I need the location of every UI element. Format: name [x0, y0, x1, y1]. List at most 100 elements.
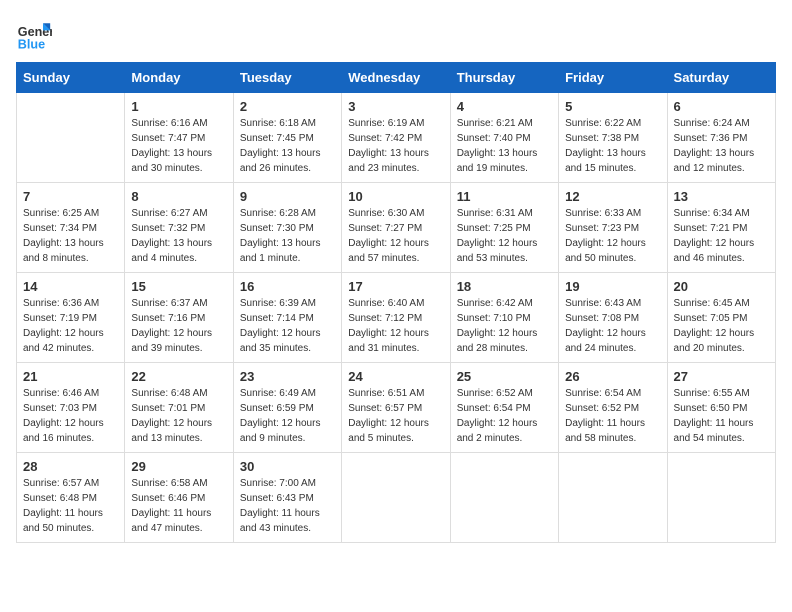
- day-number: 18: [457, 279, 552, 294]
- day-number: 7: [23, 189, 118, 204]
- day-number: 3: [348, 99, 443, 114]
- day-number: 21: [23, 369, 118, 384]
- day-info: Sunrise: 6:24 AM Sunset: 7:36 PM Dayligh…: [674, 116, 769, 176]
- day-info: Sunrise: 6:28 AM Sunset: 7:30 PM Dayligh…: [240, 206, 335, 266]
- calendar-week-row-4: 21 Sunrise: 6:46 AM Sunset: 7:03 PM Dayli…: [17, 363, 776, 453]
- calendar-cell: 8 Sunrise: 6:27 AM Sunset: 7:32 PM Daylig…: [125, 183, 233, 273]
- logo-icon: General Blue: [16, 16, 52, 52]
- calendar-cell: 4 Sunrise: 6:21 AM Sunset: 7:40 PM Daylig…: [450, 93, 558, 183]
- day-info: Sunrise: 6:25 AM Sunset: 7:34 PM Dayligh…: [23, 206, 118, 266]
- calendar-cell: 18 Sunrise: 6:42 AM Sunset: 7:10 PM Dayli…: [450, 273, 558, 363]
- calendar-cell: [450, 453, 558, 543]
- calendar-cell: 26Sunrise: 6:54 AM Sunset: 6:52 PM Dayli…: [559, 363, 667, 453]
- calendar-cell: 6 Sunrise: 6:24 AM Sunset: 7:36 PM Daylig…: [667, 93, 775, 183]
- page-header: General Blue: [16, 16, 776, 52]
- day-info: Sunrise: 6:46 AM Sunset: 7:03 PM Dayligh…: [23, 386, 118, 446]
- calendar-cell: 29Sunrise: 6:58 AM Sunset: 6:46 PM Dayli…: [125, 453, 233, 543]
- day-info: Sunrise: 6:22 AM Sunset: 7:38 PM Dayligh…: [565, 116, 660, 176]
- calendar-cell: [559, 453, 667, 543]
- day-number: 11: [457, 189, 552, 204]
- calendar-cell: 24 Sunrise: 6:51 AM Sunset: 6:57 PM Dayli…: [342, 363, 450, 453]
- calendar-table: SundayMondayTuesdayWednesdayThursdayFrid…: [16, 62, 776, 543]
- day-info: Sunrise: 6:36 AM Sunset: 7:19 PM Dayligh…: [23, 296, 118, 356]
- day-number: 2: [240, 99, 335, 114]
- calendar-cell: 3 Sunrise: 6:19 AM Sunset: 7:42 PM Daylig…: [342, 93, 450, 183]
- day-info: Sunrise: 6:30 AM Sunset: 7:27 PM Dayligh…: [348, 206, 443, 266]
- day-number: 27: [674, 369, 769, 384]
- calendar-cell: 23 Sunrise: 6:49 AM Sunset: 6:59 PM Dayli…: [233, 363, 341, 453]
- day-info: Sunrise: 6:33 AM Sunset: 7:23 PM Dayligh…: [565, 206, 660, 266]
- day-number: 29: [131, 459, 226, 474]
- day-info: Sunrise: 6:19 AM Sunset: 7:42 PM Dayligh…: [348, 116, 443, 176]
- day-info: Sunrise: 6:52 AM Sunset: 6:54 PM Dayligh…: [457, 386, 552, 446]
- calendar-cell: [667, 453, 775, 543]
- day-info: Sunrise: 6:27 AM Sunset: 7:32 PM Dayligh…: [131, 206, 226, 266]
- day-info: Sunrise: 6:34 AM Sunset: 7:21 PM Dayligh…: [674, 206, 769, 266]
- calendar-cell: 10 Sunrise: 6:30 AM Sunset: 7:27 PM Dayli…: [342, 183, 450, 273]
- calendar-cell: 14 Sunrise: 6:36 AM Sunset: 7:19 PM Dayli…: [17, 273, 125, 363]
- calendar-cell: 2 Sunrise: 6:18 AM Sunset: 7:45 PM Daylig…: [233, 93, 341, 183]
- col-header-wednesday: Wednesday: [342, 63, 450, 93]
- day-number: 24: [348, 369, 443, 384]
- calendar-week-row-3: 14 Sunrise: 6:36 AM Sunset: 7:19 PM Dayli…: [17, 273, 776, 363]
- day-info: Sunrise: 6:42 AM Sunset: 7:10 PM Dayligh…: [457, 296, 552, 356]
- col-header-tuesday: Tuesday: [233, 63, 341, 93]
- col-header-thursday: Thursday: [450, 63, 558, 93]
- day-number: 8: [131, 189, 226, 204]
- calendar-cell: 9 Sunrise: 6:28 AM Sunset: 7:30 PM Daylig…: [233, 183, 341, 273]
- calendar-cell: 5Sunrise: 6:22 AM Sunset: 7:38 PM Daylig…: [559, 93, 667, 183]
- calendar-cell: 13 Sunrise: 6:34 AM Sunset: 7:21 PM Dayli…: [667, 183, 775, 273]
- calendar-cell: 22 Sunrise: 6:48 AM Sunset: 7:01 PM Dayli…: [125, 363, 233, 453]
- calendar-cell: 19 Sunrise: 6:43 AM Sunset: 7:08 PM Dayli…: [559, 273, 667, 363]
- day-number: 6: [674, 99, 769, 114]
- day-info: Sunrise: 6:55 AM Sunset: 6:50 PM Dayligh…: [674, 386, 769, 446]
- day-info: Sunrise: 6:39 AM Sunset: 7:14 PM Dayligh…: [240, 296, 335, 356]
- day-number: 14: [23, 279, 118, 294]
- calendar-cell: 21 Sunrise: 6:46 AM Sunset: 7:03 PM Dayli…: [17, 363, 125, 453]
- day-number: 30: [240, 459, 335, 474]
- day-info: Sunrise: 6:21 AM Sunset: 7:40 PM Dayligh…: [457, 116, 552, 176]
- calendar-cell: 20Sunrise: 6:45 AM Sunset: 7:05 PM Dayli…: [667, 273, 775, 363]
- calendar-cell: 11 Sunrise: 6:31 AM Sunset: 7:25 PM Dayli…: [450, 183, 558, 273]
- calendar-cell: 25 Sunrise: 6:52 AM Sunset: 6:54 PM Dayli…: [450, 363, 558, 453]
- day-number: 28: [23, 459, 118, 474]
- day-info: Sunrise: 6:43 AM Sunset: 7:08 PM Dayligh…: [565, 296, 660, 356]
- col-header-monday: Monday: [125, 63, 233, 93]
- day-info: Sunrise: 6:18 AM Sunset: 7:45 PM Dayligh…: [240, 116, 335, 176]
- col-header-friday: Friday: [559, 63, 667, 93]
- calendar-cell: 12Sunrise: 6:33 AM Sunset: 7:23 PM Dayli…: [559, 183, 667, 273]
- calendar-cell: 30 Sunrise: 7:00 AM Sunset: 6:43 PM Dayli…: [233, 453, 341, 543]
- day-info: Sunrise: 6:49 AM Sunset: 6:59 PM Dayligh…: [240, 386, 335, 446]
- day-info: Sunrise: 7:00 AM Sunset: 6:43 PM Dayligh…: [240, 476, 335, 536]
- day-number: 13: [674, 189, 769, 204]
- day-info: Sunrise: 6:45 AM Sunset: 7:05 PM Dayligh…: [674, 296, 769, 356]
- logo: General Blue: [16, 16, 56, 52]
- calendar-cell: 7 Sunrise: 6:25 AM Sunset: 7:34 PM Daylig…: [17, 183, 125, 273]
- day-info: Sunrise: 6:16 AM Sunset: 7:47 PM Dayligh…: [131, 116, 226, 176]
- day-number: 26: [565, 369, 660, 384]
- calendar-week-row-1: 1Sunrise: 6:16 AM Sunset: 7:47 PM Daylig…: [17, 93, 776, 183]
- col-header-saturday: Saturday: [667, 63, 775, 93]
- day-number: 17: [348, 279, 443, 294]
- day-number: 4: [457, 99, 552, 114]
- day-number: 10: [348, 189, 443, 204]
- svg-text:Blue: Blue: [18, 37, 45, 51]
- day-info: Sunrise: 6:48 AM Sunset: 7:01 PM Dayligh…: [131, 386, 226, 446]
- day-info: Sunrise: 6:40 AM Sunset: 7:12 PM Dayligh…: [348, 296, 443, 356]
- day-number: 15: [131, 279, 226, 294]
- calendar-week-row-2: 7 Sunrise: 6:25 AM Sunset: 7:34 PM Daylig…: [17, 183, 776, 273]
- calendar-cell: 17 Sunrise: 6:40 AM Sunset: 7:12 PM Dayli…: [342, 273, 450, 363]
- calendar-cell: [17, 93, 125, 183]
- day-number: 23: [240, 369, 335, 384]
- day-info: Sunrise: 6:31 AM Sunset: 7:25 PM Dayligh…: [457, 206, 552, 266]
- day-number: 22: [131, 369, 226, 384]
- calendar-week-row-5: 28Sunrise: 6:57 AM Sunset: 6:48 PM Dayli…: [17, 453, 776, 543]
- calendar-cell: 27 Sunrise: 6:55 AM Sunset: 6:50 PM Dayli…: [667, 363, 775, 453]
- calendar-cell: [342, 453, 450, 543]
- calendar-cell: 16 Sunrise: 6:39 AM Sunset: 7:14 PM Dayli…: [233, 273, 341, 363]
- day-number: 25: [457, 369, 552, 384]
- day-number: 9: [240, 189, 335, 204]
- day-number: 16: [240, 279, 335, 294]
- day-number: 19: [565, 279, 660, 294]
- day-info: Sunrise: 6:51 AM Sunset: 6:57 PM Dayligh…: [348, 386, 443, 446]
